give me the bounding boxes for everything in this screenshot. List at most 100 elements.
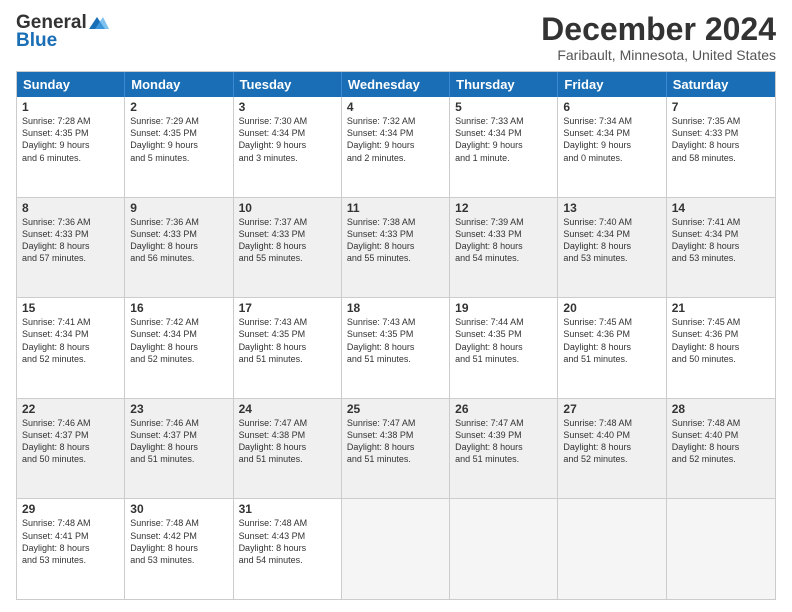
calendar-cell: 28Sunrise: 7:48 AMSunset: 4:40 PMDayligh… [667, 399, 775, 499]
day-number: 6 [563, 100, 660, 114]
weekday-header-sunday: Sunday [17, 72, 125, 97]
calendar-cell: 13Sunrise: 7:40 AMSunset: 4:34 PMDayligh… [558, 198, 666, 298]
cell-info: Sunrise: 7:47 AMSunset: 4:39 PMDaylight:… [455, 417, 552, 466]
weekday-header-monday: Monday [125, 72, 233, 97]
day-number: 9 [130, 201, 227, 215]
cell-info: Sunrise: 7:33 AMSunset: 4:34 PMDaylight:… [455, 115, 552, 164]
day-number: 22 [22, 402, 119, 416]
calendar-cell: 14Sunrise: 7:41 AMSunset: 4:34 PMDayligh… [667, 198, 775, 298]
logo-blue: Blue [16, 30, 57, 52]
cell-info: Sunrise: 7:40 AMSunset: 4:34 PMDaylight:… [563, 216, 660, 265]
calendar-cell: 26Sunrise: 7:47 AMSunset: 4:39 PMDayligh… [450, 399, 558, 499]
day-number: 18 [347, 301, 444, 315]
cell-info: Sunrise: 7:29 AMSunset: 4:35 PMDaylight:… [130, 115, 227, 164]
cell-info: Sunrise: 7:39 AMSunset: 4:33 PMDaylight:… [455, 216, 552, 265]
day-number: 3 [239, 100, 336, 114]
calendar-cell: 4Sunrise: 7:32 AMSunset: 4:34 PMDaylight… [342, 97, 450, 197]
day-number: 8 [22, 201, 119, 215]
calendar-cell: 19Sunrise: 7:44 AMSunset: 4:35 PMDayligh… [450, 298, 558, 398]
calendar-row-2: 8 Sunrise: 7:36 AMSunset: 4:33 PMDaylight… [17, 197, 775, 298]
cell-info: Sunrise: 7:43 AMSunset: 4:35 PMDaylight:… [347, 316, 444, 365]
cell-info: Sunrise: 7:38 AMSunset: 4:33 PMDaylight:… [347, 216, 444, 265]
day-number: 10 [239, 201, 336, 215]
calendar-cell: 17Sunrise: 7:43 AMSunset: 4:35 PMDayligh… [234, 298, 342, 398]
cell-info: Sunrise: 7:48 AMSunset: 4:40 PMDaylight:… [672, 417, 770, 466]
logo-icon [89, 15, 109, 31]
calendar-cell: 10Sunrise: 7:37 AMSunset: 4:33 PMDayligh… [234, 198, 342, 298]
calendar-header: SundayMondayTuesdayWednesdayThursdayFrid… [17, 72, 775, 97]
calendar-cell: 5Sunrise: 7:33 AMSunset: 4:34 PMDaylight… [450, 97, 558, 197]
day-number: 31 [239, 502, 336, 516]
cell-info: Sunrise: 7:36 AMSunset: 4:33 PMDaylight:… [130, 216, 227, 265]
cell-info: Sunrise: 7:42 AMSunset: 4:34 PMDaylight:… [130, 316, 227, 365]
cell-info: Sunrise: 7:46 AMSunset: 4:37 PMDaylight:… [22, 417, 119, 466]
title-block: December 2024 Faribault, Minnesota, Unit… [541, 12, 776, 63]
cell-info: Sunrise: 7:41 AMSunset: 4:34 PMDaylight:… [22, 316, 119, 365]
day-number: 29 [22, 502, 119, 516]
calendar-cell: 6Sunrise: 7:34 AMSunset: 4:34 PMDaylight… [558, 97, 666, 197]
day-number: 25 [347, 402, 444, 416]
calendar-cell: 7Sunrise: 7:35 AMSunset: 4:33 PMDaylight… [667, 97, 775, 197]
day-number: 17 [239, 301, 336, 315]
day-number: 19 [455, 301, 552, 315]
cell-info: Sunrise: 7:37 AMSunset: 4:33 PMDaylight:… [239, 216, 336, 265]
day-number: 12 [455, 201, 552, 215]
calendar-cell: 27Sunrise: 7:48 AMSunset: 4:40 PMDayligh… [558, 399, 666, 499]
header: General Blue December 2024 Faribault, Mi… [16, 12, 776, 63]
calendar-cell: 23Sunrise: 7:46 AMSunset: 4:37 PMDayligh… [125, 399, 233, 499]
calendar-cell: 9Sunrise: 7:36 AMSunset: 4:33 PMDaylight… [125, 198, 233, 298]
weekday-header-tuesday: Tuesday [234, 72, 342, 97]
calendar-cell: 20Sunrise: 7:45 AMSunset: 4:36 PMDayligh… [558, 298, 666, 398]
weekday-header-thursday: Thursday [450, 72, 558, 97]
cell-info: Sunrise: 7:30 AMSunset: 4:34 PMDaylight:… [239, 115, 336, 164]
cell-info: Sunrise: 7:46 AMSunset: 4:37 PMDaylight:… [130, 417, 227, 466]
calendar-cell: 24Sunrise: 7:47 AMSunset: 4:38 PMDayligh… [234, 399, 342, 499]
calendar-cell: 18Sunrise: 7:43 AMSunset: 4:35 PMDayligh… [342, 298, 450, 398]
cell-info: Sunrise: 7:44 AMSunset: 4:35 PMDaylight:… [455, 316, 552, 365]
day-number: 11 [347, 201, 444, 215]
cell-info: Sunrise: 7:48 AMSunset: 4:41 PMDaylight:… [22, 517, 119, 566]
calendar-row-4: 22Sunrise: 7:46 AMSunset: 4:37 PMDayligh… [17, 398, 775, 499]
page: General Blue December 2024 Faribault, Mi… [0, 0, 792, 612]
calendar-cell [450, 499, 558, 599]
weekday-header-saturday: Saturday [667, 72, 775, 97]
calendar-cell: 12Sunrise: 7:39 AMSunset: 4:33 PMDayligh… [450, 198, 558, 298]
day-number: 20 [563, 301, 660, 315]
calendar: SundayMondayTuesdayWednesdayThursdayFrid… [16, 71, 776, 600]
calendar-cell: 25Sunrise: 7:47 AMSunset: 4:38 PMDayligh… [342, 399, 450, 499]
calendar-cell: 31Sunrise: 7:48 AMSunset: 4:43 PMDayligh… [234, 499, 342, 599]
day-number: 23 [130, 402, 227, 416]
cell-info: Sunrise: 7:45 AMSunset: 4:36 PMDaylight:… [672, 316, 770, 365]
calendar-cell: 8Sunrise: 7:36 AMSunset: 4:33 PMDaylight… [17, 198, 125, 298]
month-title: December 2024 [541, 12, 776, 47]
calendar-row-5: 29Sunrise: 7:48 AMSunset: 4:41 PMDayligh… [17, 498, 775, 599]
calendar-cell: 3Sunrise: 7:30 AMSunset: 4:34 PMDaylight… [234, 97, 342, 197]
day-number: 7 [672, 100, 770, 114]
cell-info: Sunrise: 7:34 AMSunset: 4:34 PMDaylight:… [563, 115, 660, 164]
location: Faribault, Minnesota, United States [541, 47, 776, 63]
calendar-cell: 1Sunrise: 7:28 AMSunset: 4:35 PMDaylight… [17, 97, 125, 197]
day-number: 21 [672, 301, 770, 315]
logo: General Blue [16, 12, 109, 52]
calendar-cell [667, 499, 775, 599]
cell-info: Sunrise: 7:48 AMSunset: 4:43 PMDaylight:… [239, 517, 336, 566]
day-number: 26 [455, 402, 552, 416]
calendar-cell: 22Sunrise: 7:46 AMSunset: 4:37 PMDayligh… [17, 399, 125, 499]
day-number: 27 [563, 402, 660, 416]
calendar-cell: 11Sunrise: 7:38 AMSunset: 4:33 PMDayligh… [342, 198, 450, 298]
day-number: 28 [672, 402, 770, 416]
day-number: 24 [239, 402, 336, 416]
calendar-cell: 16Sunrise: 7:42 AMSunset: 4:34 PMDayligh… [125, 298, 233, 398]
day-number: 15 [22, 301, 119, 315]
calendar-row-1: 1Sunrise: 7:28 AMSunset: 4:35 PMDaylight… [17, 97, 775, 197]
calendar-cell: 21Sunrise: 7:45 AMSunset: 4:36 PMDayligh… [667, 298, 775, 398]
calendar-cell [342, 499, 450, 599]
cell-info: Sunrise: 7:41 AMSunset: 4:34 PMDaylight:… [672, 216, 770, 265]
cell-info: Sunrise: 7:45 AMSunset: 4:36 PMDaylight:… [563, 316, 660, 365]
calendar-cell [558, 499, 666, 599]
cell-info: Sunrise: 7:47 AMSunset: 4:38 PMDaylight:… [347, 417, 444, 466]
day-number: 30 [130, 502, 227, 516]
day-number: 13 [563, 201, 660, 215]
day-number: 5 [455, 100, 552, 114]
day-number: 2 [130, 100, 227, 114]
